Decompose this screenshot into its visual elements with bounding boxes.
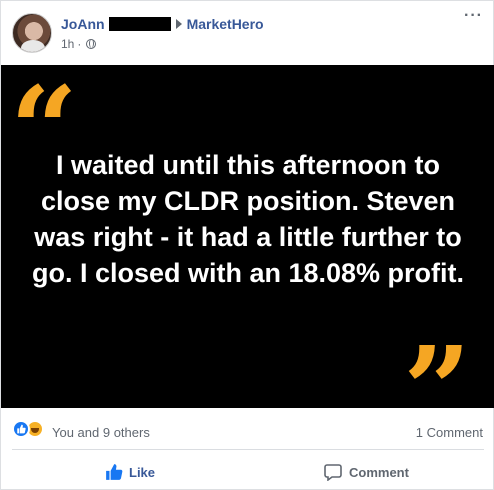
comment-button[interactable]: Comment	[324, 463, 409, 481]
arrow-right-icon	[175, 19, 182, 29]
comment-count[interactable]: 1 Comment	[416, 425, 483, 440]
more-options-icon[interactable]: ···	[464, 8, 483, 24]
post-timestamp[interactable]: 1h	[61, 37, 74, 51]
reaction-icons[interactable]	[12, 420, 44, 438]
post-header: JoAnn MarketHero 1h · ···	[1, 1, 494, 65]
reactors-summary[interactable]: You and 9 others	[52, 425, 150, 440]
actions-row: Like Comment	[1, 453, 494, 489]
quote-image[interactable]: “ I waited until this afternoon to close…	[1, 65, 494, 449]
author-name[interactable]: JoAnn	[61, 16, 105, 32]
post-meta: 1h ·	[61, 37, 97, 51]
group-name[interactable]: MarketHero	[187, 16, 264, 32]
comment-label: Comment	[349, 464, 409, 480]
like-button[interactable]: Like	[105, 463, 155, 481]
divider	[12, 449, 484, 450]
redacted-surname	[108, 17, 171, 31]
post-card: JoAnn MarketHero 1h · ··· “ I waited unt…	[0, 0, 494, 490]
quote-text: I waited until this afternoon to close m…	[31, 150, 465, 288]
meta-separator: ·	[77, 37, 82, 51]
author-avatar[interactable]	[12, 13, 52, 53]
reactions-row: You and 9 others 1 Comment	[1, 413, 494, 449]
like-label: Like	[129, 464, 156, 480]
thumbs-up-icon	[106, 464, 123, 480]
author-line: JoAnn MarketHero	[61, 15, 264, 33]
globe-icon[interactable]	[86, 39, 97, 49]
like-reaction-icon	[12, 420, 30, 438]
comment-icon	[324, 464, 342, 481]
